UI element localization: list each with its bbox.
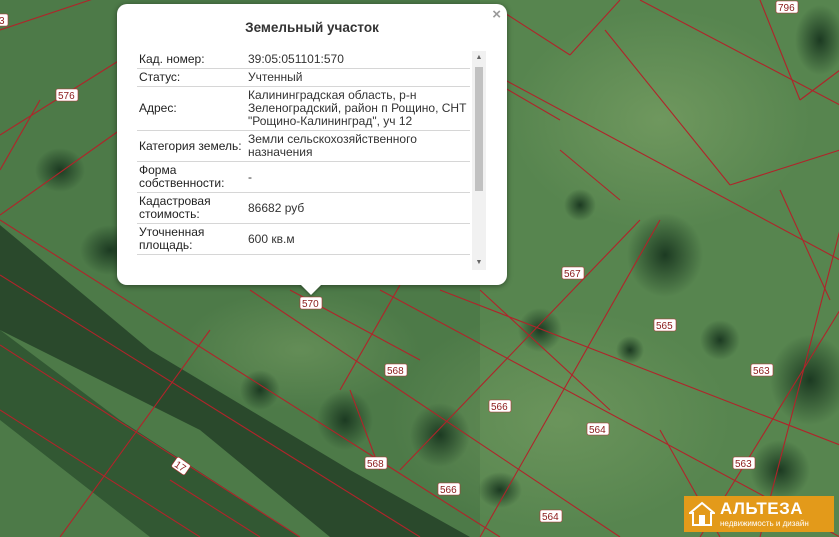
table-row: Категория земель: Земли сельскохозяйстве… [137, 130, 470, 162]
plot-label[interactable]: 3 [0, 13, 9, 27]
parcel-attributes-table: Кад. номер: 39:05:051101:570 Статус: Учт… [137, 51, 470, 255]
scroll-thumb[interactable] [475, 67, 483, 191]
altezza-logo: АЛЬТЕЗА недвижимость и дизайн [684, 496, 834, 532]
svg-text:576: 576 [58, 91, 75, 102]
popup-scrollbar[interactable]: ▲ ▼ [472, 51, 486, 270]
svg-text:796: 796 [778, 3, 795, 14]
table-row: Адрес: Калининградская область, р-н Зеле… [137, 86, 470, 131]
close-icon[interactable]: × [492, 6, 501, 23]
table-row: Статус: Учтенный [137, 68, 470, 87]
attr-value: - [246, 161, 470, 193]
plot-label[interactable]: 567 [561, 266, 585, 280]
svg-text:567: 567 [564, 269, 581, 280]
popup-pointer [300, 284, 322, 295]
attr-key: Форма собственности: [137, 161, 246, 193]
scroll-down-arrow-icon[interactable]: ▼ [472, 256, 486, 270]
plot-label[interactable]: 563 [750, 363, 774, 377]
plot-label[interactable]: 568 [364, 456, 388, 470]
attr-value: Калининградская область, р-н Зеленоградс… [246, 86, 470, 131]
svg-text:568: 568 [367, 459, 384, 470]
svg-text:566: 566 [491, 402, 508, 413]
svg-text:563: 563 [753, 366, 770, 377]
house-logo-icon [689, 501, 715, 526]
attr-value: 600 кв.м [246, 223, 470, 255]
svg-text:566: 566 [440, 485, 457, 496]
svg-text:570: 570 [302, 299, 319, 310]
scroll-up-arrow-icon[interactable]: ▲ [472, 51, 486, 65]
table-row: Форма собственности: - [137, 161, 470, 193]
plot-label[interactable]: 563 [732, 456, 756, 470]
plot-label[interactable]: 566 [488, 399, 512, 413]
parcel-info-popup: Земельный участок × Кад. номер: 39:05:05… [117, 4, 507, 285]
attr-key: Кадастровая стоимость: [137, 192, 246, 224]
attr-key: Категория земель: [137, 130, 246, 162]
plot-label[interactable]: 564 [539, 509, 563, 523]
attr-key: Уточненная площадь: [137, 223, 246, 255]
svg-text:568: 568 [387, 366, 404, 377]
table-row: Кад. номер: 39:05:051101:570 [137, 51, 470, 69]
svg-text:565: 565 [656, 321, 673, 332]
plot-label[interactable]: 566 [437, 482, 461, 496]
popup-content[interactable]: Кад. номер: 39:05:051101:570 Статус: Учт… [137, 51, 486, 270]
table-row: Кадастровая стоимость: 86682 руб [137, 192, 470, 224]
attr-value: Земли сельскохозяйственного назначения [246, 130, 470, 162]
attr-key: Кад. номер: [137, 51, 246, 69]
table-row: Уточненная площадь: 600 кв.м [137, 223, 470, 255]
attr-value: 86682 руб [246, 192, 470, 224]
svg-text:563: 563 [735, 459, 752, 470]
logo-name: АЛЬТЕЗА [720, 499, 804, 518]
attr-key: Адрес: [137, 86, 246, 131]
attr-value: 39:05:051101:570 [246, 51, 470, 69]
svg-text:564: 564 [542, 512, 559, 523]
plot-label[interactable]: 570 [299, 296, 323, 310]
attr-value: Учтенный [246, 68, 470, 87]
plot-label[interactable]: 565 [653, 318, 677, 332]
plot-label[interactable]: 568 [384, 363, 408, 377]
svg-text:3: 3 [0, 16, 5, 27]
logo-tagline: недвижимость и дизайн [720, 519, 809, 528]
popup-title: Земельный участок [245, 20, 379, 35]
plot-label[interactable]: 564 [586, 422, 610, 436]
plot-label[interactable]: 796 [775, 0, 799, 14]
plot-label[interactable]: 576 [55, 88, 79, 102]
attr-key: Статус: [137, 68, 246, 87]
svg-text:564: 564 [589, 425, 606, 436]
